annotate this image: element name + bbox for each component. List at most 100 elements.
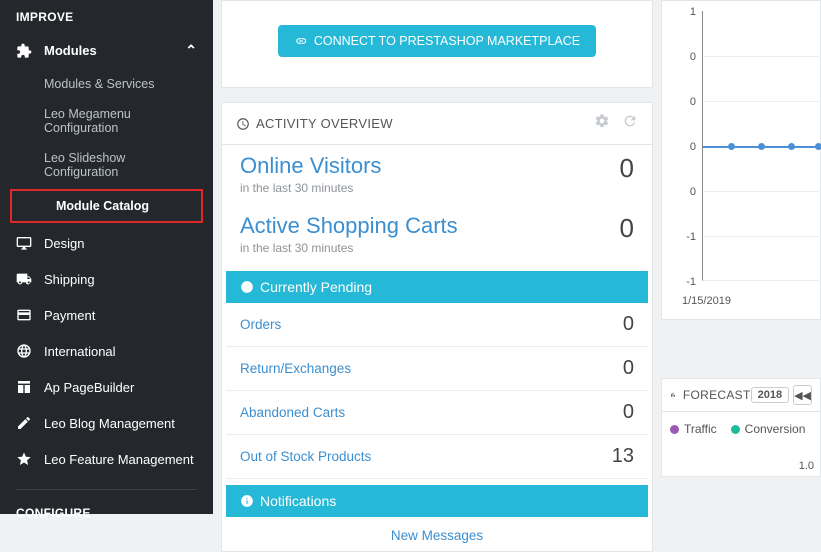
section-improve: IMPROVE xyxy=(0,0,213,32)
notifications-bar: Notifications xyxy=(226,485,648,517)
forecast-header: FORECAST 2018 ◀◀ xyxy=(662,379,820,412)
gear-icon[interactable] xyxy=(594,113,610,129)
returns-count: 0 xyxy=(623,357,634,380)
forecast-title: FORECAST xyxy=(683,388,751,402)
sidebar: IMPROVE Modules ⌃ Modules & Services Leo… xyxy=(0,0,213,514)
returns-link[interactable]: Return/Exchanges xyxy=(240,361,351,376)
truck-icon xyxy=(16,271,32,287)
nav-blog[interactable]: Leo Blog Management xyxy=(0,405,213,441)
connect-card: CONNECT TO PRESTASHOP MARKETPLACE xyxy=(221,0,653,88)
nav-modules[interactable]: Modules ⌃ xyxy=(0,32,213,69)
swatch-teal xyxy=(731,425,740,434)
pending-row-stock: Out of Stock Products 13 xyxy=(226,435,648,479)
activity-card: ACTIVITY OVERVIEW Online Visitors in the… xyxy=(221,102,653,552)
carts-link[interactable]: Active Shopping Carts xyxy=(240,213,458,239)
refresh-icon[interactable] xyxy=(622,113,638,129)
swatch-purple xyxy=(670,425,679,434)
connect-marketplace-button[interactable]: CONNECT TO PRESTASHOP MARKETPLACE xyxy=(278,25,596,57)
pending-list: Orders 0 Return/Exchanges 0 Abandoned Cart… xyxy=(222,303,652,479)
data-point xyxy=(788,143,795,150)
nav-feature[interactable]: Leo Feature Management xyxy=(0,441,213,477)
x-label: 1/15/2019 xyxy=(682,295,731,307)
visitors-sub: in the last 30 minutes xyxy=(240,181,381,195)
main-content: CONNECT TO PRESTASHOP MARKETPLACE ACTIVI… xyxy=(213,0,661,514)
forecast-legend: Traffic Conversion xyxy=(662,412,820,446)
sub-leo-slideshow[interactable]: Leo Slideshow Configuration xyxy=(0,143,213,187)
new-messages-link[interactable]: New Messages xyxy=(391,528,483,543)
pencil-icon xyxy=(16,415,32,431)
data-point xyxy=(728,143,735,150)
layout-icon xyxy=(16,379,32,395)
data-point xyxy=(758,143,765,150)
right-column: 1 0 0 0 0 -1 -1 1/15/2019 FORECAST 2018 xyxy=(661,0,821,514)
star-icon xyxy=(16,451,32,467)
data-point xyxy=(815,143,821,150)
carts-value: 0 xyxy=(620,213,634,244)
stock-count: 13 xyxy=(612,445,634,468)
nav-shipping-label: Shipping xyxy=(44,272,95,287)
nav-shipping[interactable]: Shipping xyxy=(0,261,213,297)
visitors-link[interactable]: Online Visitors xyxy=(240,153,381,179)
y-tick: 0 xyxy=(672,51,696,63)
activity-title: ACTIVITY OVERVIEW xyxy=(256,116,586,131)
globe-icon xyxy=(16,343,32,359)
orders-count: 0 xyxy=(623,313,634,336)
pending-row-abandoned: Abandoned Carts 0 xyxy=(226,391,648,435)
visitors-value: 0 xyxy=(620,153,634,184)
legend-conversion: Conversion xyxy=(731,422,806,436)
y-tick: 0 xyxy=(672,141,696,153)
notifications-list: New Messages xyxy=(222,517,652,551)
forecast-card: FORECAST 2018 ◀◀ Traffic Conversion 1.0 xyxy=(661,378,821,477)
chevron-up-icon: ⌃ xyxy=(185,42,197,59)
activity-header: ACTIVITY OVERVIEW xyxy=(222,103,652,145)
sub-leo-megamenu[interactable]: Leo Megamenu Configuration xyxy=(0,99,213,143)
legend-traffic: Traffic xyxy=(670,422,717,436)
nav-design[interactable]: Design xyxy=(0,225,213,261)
pending-bar: Currently Pending xyxy=(226,271,648,303)
card-icon xyxy=(16,307,32,323)
bars-icon xyxy=(670,388,677,402)
notif-row: New Messages xyxy=(226,517,648,551)
connect-btn-label: CONNECT TO PRESTASHOP MARKETPLACE xyxy=(314,34,580,48)
nav-pagebuilder-label: Ap PageBuilder xyxy=(44,380,134,395)
y-tick: -1 xyxy=(672,231,696,243)
carts-sub: in the last 30 minutes xyxy=(240,241,458,255)
pending-row-orders: Orders 0 xyxy=(226,303,648,347)
sub-module-catalog[interactable]: Module Catalog xyxy=(12,191,201,221)
y-tick: -1 xyxy=(672,276,696,288)
stat-visitors: Online Visitors in the last 30 minutes 0 xyxy=(222,145,652,205)
nav-pagebuilder[interactable]: Ap PageBuilder xyxy=(0,369,213,405)
y-tick: 0 xyxy=(672,186,696,198)
nav-payment-label: Payment xyxy=(44,308,95,323)
notifications-title: Notifications xyxy=(260,493,336,509)
nav-payment[interactable]: Payment xyxy=(0,297,213,333)
chart-card: 1 0 0 0 0 -1 -1 1/15/2019 xyxy=(661,0,821,320)
axis-num: 1.0 xyxy=(799,460,814,472)
puzzle-icon xyxy=(16,43,32,59)
chart-plot xyxy=(702,11,821,281)
abandoned-link[interactable]: Abandoned Carts xyxy=(240,405,345,420)
y-ticks: 1 0 0 0 0 -1 -1 xyxy=(672,11,696,281)
stat-carts: Active Shopping Carts in the last 30 min… xyxy=(222,205,652,265)
abandoned-count: 0 xyxy=(623,401,634,424)
sub-modules-services[interactable]: Modules & Services xyxy=(0,69,213,99)
pending-title: Currently Pending xyxy=(260,279,372,295)
divider xyxy=(16,489,197,490)
clock-icon xyxy=(240,280,254,294)
stock-link[interactable]: Out of Stock Products xyxy=(240,449,371,464)
nav-international-label: International xyxy=(44,344,116,359)
year-button[interactable]: 2018 xyxy=(751,387,789,403)
nav-modules-label: Modules xyxy=(44,43,97,58)
orders-link[interactable]: Orders xyxy=(240,317,281,332)
nav-blog-label: Leo Blog Management xyxy=(44,416,175,431)
nav-design-label: Design xyxy=(44,236,84,251)
highlight-box: Module Catalog xyxy=(10,189,203,223)
prev-button[interactable]: ◀◀ xyxy=(793,385,812,405)
y-tick: 1 xyxy=(672,6,696,18)
section-configure: CONFIGURE xyxy=(0,496,213,528)
info-icon xyxy=(240,494,254,508)
pending-row-returns: Return/Exchanges 0 xyxy=(226,347,648,391)
nav-international[interactable]: International xyxy=(0,333,213,369)
panel-actions xyxy=(586,113,638,134)
link-icon xyxy=(294,34,308,48)
